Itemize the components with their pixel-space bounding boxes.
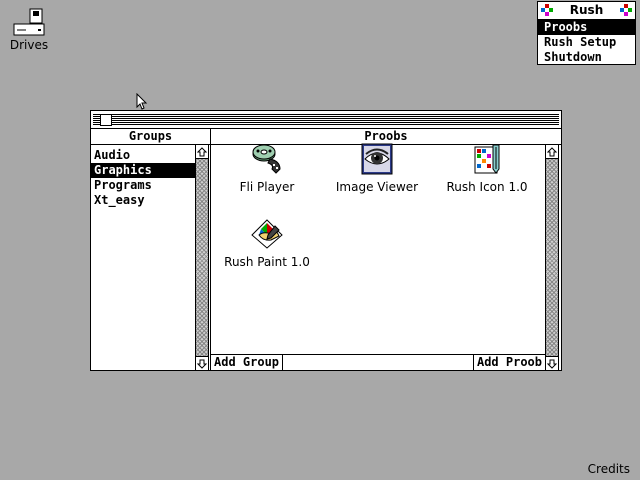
credits-link[interactable]: Credits: [588, 462, 630, 476]
mouse-pointer-icon: [136, 93, 148, 110]
menu-item-shutdown[interactable]: Shutdown: [538, 50, 635, 65]
group-item-xt-easy[interactable]: Xt_easy: [91, 193, 195, 208]
rush-menu-title-label: Rush: [569, 3, 604, 17]
groups-list: Audio Graphics Programs Xt_easy: [91, 145, 195, 354]
menu-item-rush-setup[interactable]: Rush Setup: [538, 35, 635, 50]
drives-icon[interactable]: [12, 8, 46, 38]
groups-scrollbar[interactable]: [195, 145, 209, 370]
proobs-pane: Proobs Fli Player Image Viewer Rush Icon…: [211, 129, 561, 370]
app-rush-icon[interactable]: Rush Icon 1.0: [437, 143, 537, 194]
app-fli-player[interactable]: Fli Player: [217, 143, 317, 194]
app-label: Fli Player: [239, 180, 295, 194]
window-title-bar[interactable]: [91, 111, 561, 129]
groups-header: Groups: [91, 129, 210, 145]
paint-icon: [251, 219, 283, 249]
proobs-bottom-bar: Add Group Add Proob: [211, 354, 545, 370]
proobs-scrollbar[interactable]: [545, 145, 559, 370]
rush-menu-title[interactable]: Rush: [538, 2, 635, 20]
scroll-down-arrow-icon[interactable]: [196, 356, 208, 370]
proobs-window: Groups Audio Graphics Programs Xt_easy P…: [90, 110, 562, 371]
groups-pane: Groups Audio Graphics Programs Xt_easy: [91, 129, 211, 370]
eye-icon: [361, 143, 393, 175]
icon-editor-icon: [474, 144, 500, 174]
scroll-down-arrow-icon[interactable]: [546, 356, 558, 370]
app-label: Image Viewer: [335, 180, 419, 194]
group-item-graphics[interactable]: Graphics: [91, 163, 195, 178]
app-rush-paint[interactable]: Rush Paint 1.0: [217, 218, 317, 269]
scroll-up-arrow-icon[interactable]: [196, 145, 208, 159]
group-item-audio[interactable]: Audio: [91, 148, 195, 163]
close-box[interactable]: [100, 114, 112, 126]
scroll-up-arrow-icon[interactable]: [546, 145, 558, 159]
rush-menu[interactable]: Rush Proobs Rush Setup Shutdown: [537, 1, 636, 65]
app-image-viewer[interactable]: Image Viewer: [327, 143, 427, 194]
add-proob-button[interactable]: Add Proob: [472, 355, 545, 370]
add-group-button[interactable]: Add Group: [211, 355, 284, 370]
drives-label: Drives: [9, 38, 49, 52]
app-label: Rush Icon 1.0: [446, 180, 528, 194]
film-reel-icon: [252, 144, 281, 174]
group-item-programs[interactable]: Programs: [91, 178, 195, 193]
app-label: Rush Paint 1.0: [224, 255, 310, 269]
rush-diamond-icon: [541, 4, 553, 16]
rush-diamond-icon: [620, 4, 632, 16]
menu-item-proobs[interactable]: Proobs: [538, 20, 635, 35]
